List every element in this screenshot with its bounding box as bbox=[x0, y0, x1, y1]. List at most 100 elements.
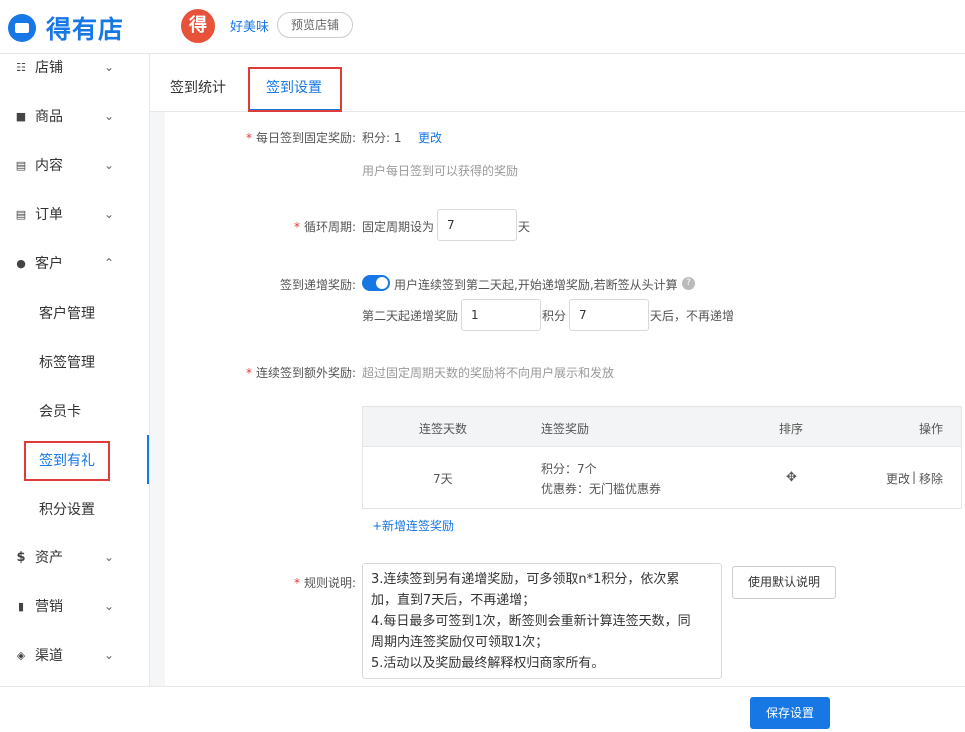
use-default-rules-button[interactable]: 使用默认说明 bbox=[732, 566, 836, 599]
chevron-down-icon: ⌄ bbox=[104, 550, 115, 564]
chevron-down-icon: ⌄ bbox=[104, 109, 115, 123]
dollar-icon: $ bbox=[16, 549, 26, 565]
sidebar-subitem-customer-management[interactable]: 客户管理 bbox=[0, 292, 149, 332]
sliders-icon: ☷ bbox=[16, 60, 26, 74]
content-icon: ▤ bbox=[15, 158, 27, 172]
required-mark: * bbox=[293, 220, 300, 234]
chevron-down-icon: ⌄ bbox=[104, 207, 115, 221]
store-icon bbox=[8, 14, 36, 42]
column-header-actions: 操作 bbox=[919, 422, 944, 436]
required-mark: * bbox=[245, 366, 252, 380]
increment-days-input[interactable]: 7 bbox=[569, 299, 649, 331]
increment-points-unit: 积分 bbox=[542, 309, 567, 323]
sidebar-item-label: 客户 bbox=[35, 256, 63, 272]
sidebar-item-content[interactable]: ▤ 内容 ⌄ bbox=[0, 145, 149, 185]
customers-icon: ● bbox=[16, 256, 26, 270]
row-reward-coupon: 优惠券：无门槛优惠券 bbox=[541, 482, 662, 496]
row-action-separator: | bbox=[912, 470, 917, 484]
top-bar: 得有店 得 好美味 预览店铺 bbox=[0, 0, 965, 54]
sidebar-subitem-label: 客户管理 bbox=[39, 306, 95, 322]
rules-line: 周期内连签奖励仅可领取1次； bbox=[371, 635, 549, 650]
rules-label: * 规则说明: bbox=[293, 576, 356, 590]
sidebar-item-orders[interactable]: ▤ 订单 ⌄ bbox=[0, 194, 149, 234]
increment-prefix: 第二天起递增奖励 bbox=[362, 309, 459, 323]
chevron-up-icon: ⌃ bbox=[104, 256, 115, 270]
chevron-down-icon: ⌄ bbox=[104, 648, 115, 662]
order-icon: ▤ bbox=[15, 207, 27, 221]
sidebar-item-marketing[interactable]: ▮ 营销 ⌄ bbox=[0, 586, 149, 626]
sidebar-subitem-member-card[interactable]: 会员卡 bbox=[0, 390, 149, 430]
rules-line: 4.每日最多可签到1次，断签则会重新计算连签天数，同 bbox=[371, 614, 691, 629]
increment-toggle[interactable] bbox=[362, 275, 390, 291]
sidebar-item-label: 订单 bbox=[35, 207, 63, 223]
sidebar-item-customers[interactable]: ● 客户 ⌃ bbox=[0, 243, 149, 283]
increment-points-input[interactable]: 1 bbox=[461, 299, 541, 331]
cycle-suffix: 天 bbox=[518, 220, 531, 234]
preview-shop-button[interactable]: 预览店铺 bbox=[277, 12, 354, 38]
rules-line: 5.活动以及奖励最终解释权归商家所有。 bbox=[371, 656, 605, 671]
highlight-box bbox=[24, 441, 110, 481]
rules-line: 加，直到7天后，不再递增； bbox=[371, 593, 536, 608]
sidebar-item-goods[interactable]: ■ 商品 ⌄ bbox=[0, 96, 149, 136]
extra-reward-table: 连签天数 连签奖励 排序 操作 7天 积分：7个 优惠券：无门槛优惠券 ✥ 更改… bbox=[362, 406, 962, 509]
row-edit-link[interactable]: 更改 bbox=[886, 470, 910, 487]
chevron-down-icon: ⌄ bbox=[104, 60, 115, 74]
column-header-days: 连签天数 bbox=[419, 422, 468, 436]
sidebar-subitem-label: 积分设置 bbox=[39, 502, 95, 518]
sidebar-item-assets[interactable]: $ 资产 ⌄ bbox=[0, 537, 149, 577]
sidebar-item-label: 内容 bbox=[35, 158, 63, 174]
increment-label: 签到递增奖励: bbox=[279, 278, 356, 292]
brand-logo[interactable]: 得有店 bbox=[8, 10, 124, 46]
chevron-down-icon: ⌄ bbox=[104, 599, 115, 613]
daily-reward-edit-link[interactable]: 更改 bbox=[418, 129, 442, 146]
drag-handle-icon[interactable]: ✥ bbox=[786, 470, 797, 485]
increment-desc: 用户连续签到第二天起,开始递增奖励,若断签从头计算 bbox=[394, 278, 678, 292]
cycle-label: * 循环周期: bbox=[293, 220, 356, 234]
main-content: * 每日签到固定奖励: 积分: 1 更改 用户每日签到可以获得的奖励 * 循环周期:… bbox=[150, 112, 965, 686]
rules-line: 3.连续签到另有递增奖励，可多领取n*1积分，依次累 bbox=[371, 572, 680, 587]
increment-days-suffix: 天后，不再递增 bbox=[650, 309, 735, 323]
rules-textarea[interactable]: 3.连续签到另有递增奖励，可多领取n*1积分，依次累 加，直到7天后，不再递增；… bbox=[362, 563, 722, 679]
footer-bar: 保存设置 bbox=[0, 686, 965, 732]
bar-chart-icon: ▮ bbox=[17, 599, 25, 613]
daily-reward-hint: 用户每日签到可以获得的奖励 bbox=[362, 164, 519, 178]
daily-reward-label: * 每日签到固定奖励: bbox=[245, 131, 356, 145]
sidebar-item-label: 资产 bbox=[35, 550, 63, 566]
brand-name: 得有店 bbox=[46, 15, 125, 44]
help-icon[interactable]: ? bbox=[682, 277, 695, 290]
sidebar-subitem-label: 标签管理 bbox=[39, 355, 95, 371]
extra-reward-label: * 连续签到额外奖励: bbox=[245, 366, 356, 380]
row-reward-points: 积分：7个 bbox=[541, 462, 597, 476]
tab-checkin-stats[interactable]: 签到统计 bbox=[170, 77, 226, 97]
sidebar-item-label: 商品 bbox=[35, 109, 63, 125]
tab-bar: 签到统计 签到设置 bbox=[150, 54, 965, 112]
column-header-reward: 连签奖励 bbox=[541, 422, 590, 436]
table-header: 连签天数 连签奖励 排序 操作 bbox=[363, 407, 961, 447]
sidebar-subitem-points-settings[interactable]: 积分设置 bbox=[0, 488, 149, 528]
sidebar-item-shop[interactable]: ☷ 店铺 ⌄ bbox=[0, 47, 149, 87]
sidebar-item-label: 店铺 bbox=[35, 60, 63, 76]
shop-name[interactable]: 好美味 bbox=[230, 16, 269, 35]
sidebar-item-label: 营销 bbox=[35, 599, 63, 615]
settings-form: * 每日签到固定奖励: 积分: 1 更改 用户每日签到可以获得的奖励 * 循环周期:… bbox=[165, 112, 965, 686]
cycle-prefix: 固定周期设为 bbox=[362, 220, 435, 234]
layers-icon: ◈ bbox=[16, 648, 26, 662]
sidebar-subitem-tag-management[interactable]: 标签管理 bbox=[0, 341, 149, 381]
sidebar-item-label: 渠道 bbox=[35, 648, 63, 664]
chevron-down-icon: ⌄ bbox=[104, 158, 115, 172]
required-mark: * bbox=[293, 576, 300, 590]
column-header-sort: 排序 bbox=[779, 422, 804, 436]
save-settings-button[interactable]: 保存设置 bbox=[750, 697, 830, 729]
row-remove-link[interactable]: 移除 bbox=[919, 470, 943, 487]
highlight-box bbox=[248, 67, 342, 112]
shop-avatar[interactable]: 得 bbox=[181, 9, 215, 43]
row-days: 7天 bbox=[433, 472, 453, 486]
sidebar-item-channels[interactable]: ◈ 渠道 ⌄ bbox=[0, 635, 149, 675]
daily-reward-value: 积分: 1 bbox=[362, 131, 402, 145]
sidebar: ☷ 店铺 ⌄ ■ 商品 ⌄ ▤ 内容 ⌄ ▤ 订单 ⌄ ● 客户 ⌃ 客户管理 … bbox=[0, 54, 150, 686]
add-streak-reward-link[interactable]: +新增连签奖励 bbox=[372, 517, 454, 534]
cycle-days-input[interactable]: 7 bbox=[437, 209, 517, 241]
extra-reward-hint: 超过固定周期天数的奖励将不向用户展示和发放 bbox=[362, 366, 615, 380]
required-mark: * bbox=[245, 131, 252, 145]
goods-icon: ■ bbox=[15, 109, 27, 123]
